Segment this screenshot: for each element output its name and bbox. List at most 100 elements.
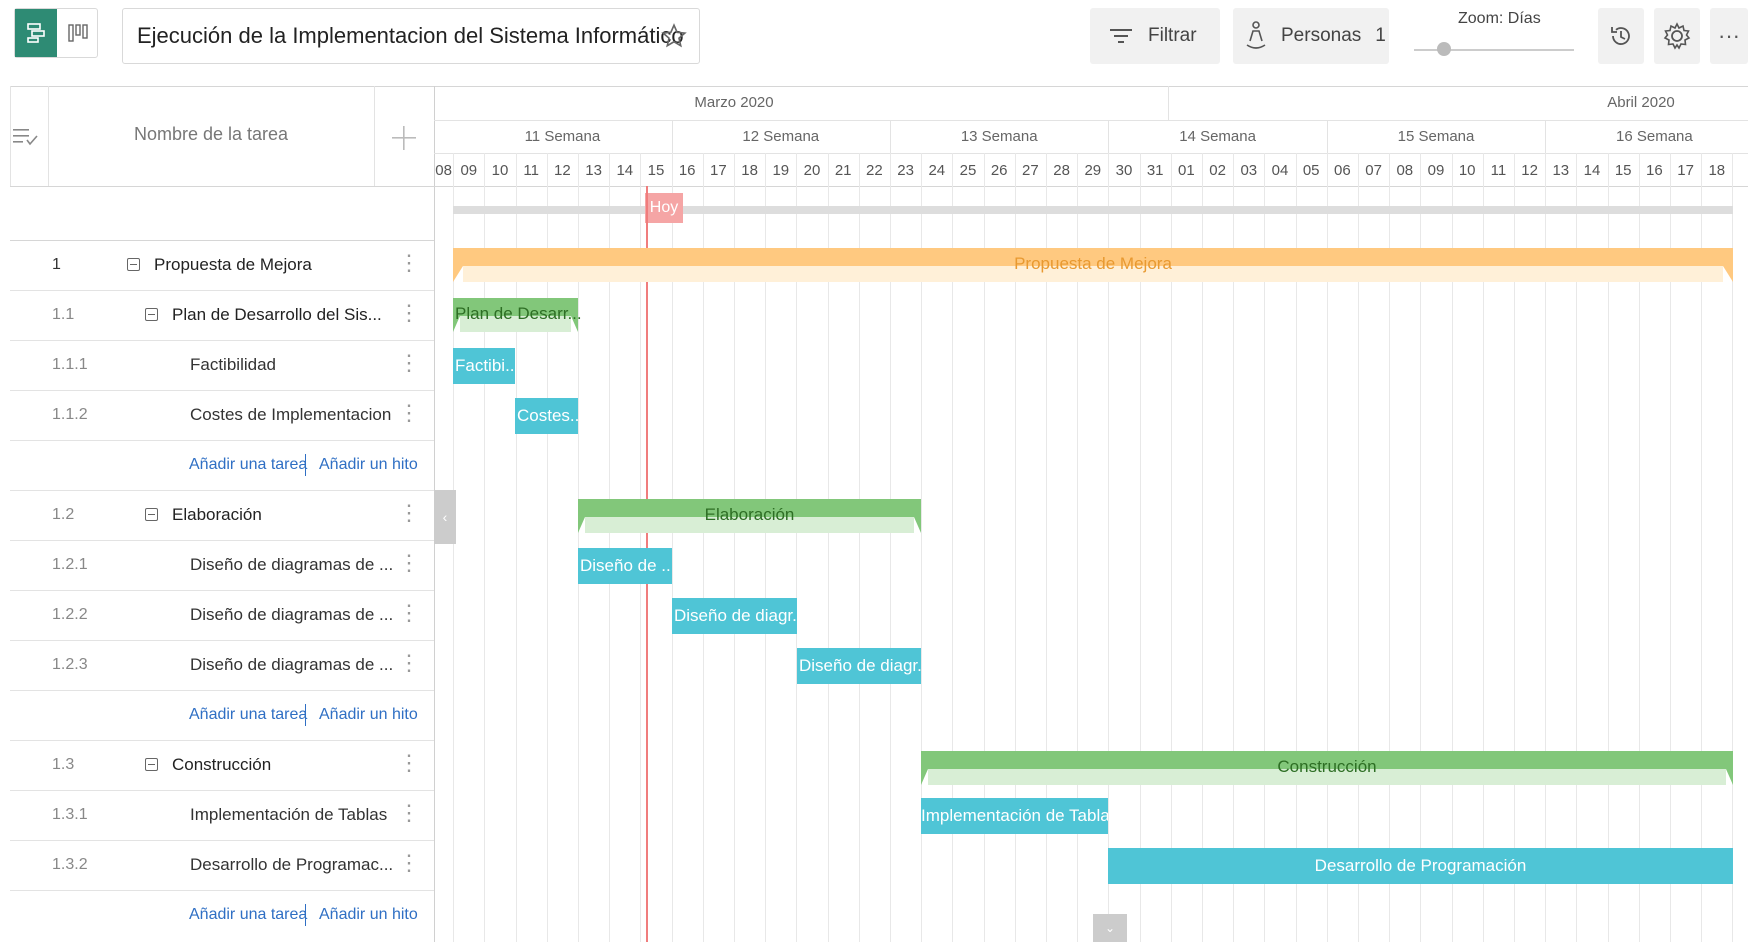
add-task-link[interactable]: Añadir una tarea — [189, 706, 307, 724]
zoom-slider-handle[interactable] — [1437, 42, 1451, 56]
row-menu-icon[interactable]: ⋮ — [398, 752, 420, 774]
row-number: 1.2.2 — [52, 606, 88, 623]
task-name[interactable]: Construcción — [172, 755, 271, 775]
board-view-button[interactable] — [57, 9, 99, 57]
more-options-button[interactable]: ··· — [1710, 8, 1748, 64]
task-name[interactable]: Desarrollo de Programac... — [190, 855, 393, 875]
task-name[interactable]: Elaboración — [172, 505, 262, 525]
row-menu-icon[interactable]: ⋮ — [398, 652, 420, 674]
row-menu-icon[interactable]: ⋮ — [398, 252, 420, 274]
day-label: 17 — [710, 162, 727, 179]
task-bar-diseno-2[interactable]: Diseño de diagr... — [672, 598, 797, 634]
day-label: 13 — [585, 162, 602, 179]
row-menu-icon[interactable]: ⋮ — [398, 302, 420, 324]
filter-button[interactable]: Filtrar — [1090, 8, 1220, 64]
day-label: 15 — [647, 162, 665, 179]
day-label: 01 — [1178, 162, 1195, 179]
collapse-icon[interactable] — [145, 308, 158, 321]
week-label: 16 Semana — [1616, 128, 1693, 145]
collapse-icon[interactable] — [127, 258, 140, 271]
row-menu-icon[interactable]: ⋮ — [398, 352, 420, 374]
task-name[interactable]: Costes de Implementacion — [190, 405, 391, 425]
row-menu-icon[interactable]: ⋮ — [398, 602, 420, 624]
week-label: 14 Semana — [1179, 128, 1256, 145]
gantt-view-button[interactable] — [15, 9, 57, 57]
collapse-icon[interactable] — [145, 508, 158, 521]
add-milestone-link[interactable]: Añadir un hito — [319, 906, 418, 924]
week-label: 13 Semana — [960, 128, 1038, 145]
bar-label: Elaboración — [704, 505, 795, 524]
day-label: 12 — [554, 162, 571, 179]
day-label: 17 — [1677, 162, 1694, 179]
day-label: 08 — [435, 162, 452, 179]
gear-icon — [1663, 22, 1691, 50]
task-bar-factibilidad[interactable]: Factibi... — [453, 348, 515, 384]
add-task-link[interactable]: Añadir una tarea — [189, 456, 307, 474]
day-label: 30 — [1115, 162, 1133, 179]
day-label: 16 — [1646, 162, 1663, 179]
task-bar-diseno-3[interactable]: Diseño de diagr... — [797, 648, 921, 684]
day-label: 06 — [1334, 162, 1351, 179]
week-label: 15 Semana — [1397, 128, 1475, 145]
settings-button[interactable] — [1654, 8, 1700, 64]
task-bar-tablas[interactable]: Implementación de Tablas — [921, 798, 1108, 834]
day-label: 14 — [1583, 162, 1601, 179]
week-label: 11 Semana — [524, 128, 601, 145]
day-label: 21 — [834, 162, 852, 179]
task-name[interactable]: Diseño de diagramas de ... — [190, 605, 393, 625]
people-button[interactable]: Personas 1 — [1233, 8, 1389, 64]
history-button[interactable] — [1598, 8, 1644, 64]
day-label: 14 — [616, 162, 634, 179]
row-menu-icon[interactable]: ⋮ — [398, 502, 420, 524]
task-name[interactable]: Diseño de diagramas de ... — [190, 555, 393, 575]
day-label: 16 — [678, 162, 696, 179]
scroll-down-handle[interactable]: ⌄ — [1093, 914, 1127, 942]
task-bar-programacion[interactable]: Desarrollo de Programación — [1108, 848, 1733, 884]
person-icon — [1246, 21, 1266, 49]
add-milestone-link[interactable]: Añadir un hito — [319, 456, 418, 474]
collapse-panel-handle[interactable]: ‹ — [434, 490, 456, 544]
day-label: 07 — [1365, 162, 1382, 179]
day-label: 18 — [741, 162, 758, 179]
row-menu-icon[interactable]: ⋮ — [398, 852, 420, 874]
star-icon[interactable] — [661, 23, 687, 49]
row-menu-icon[interactable]: ⋮ — [398, 552, 420, 574]
add-milestone-link[interactable]: Añadir un hito — [319, 706, 418, 724]
board-view-icon — [68, 24, 88, 42]
project-title-box[interactable]: Ejecución de la Implementacion del Siste… — [122, 8, 700, 64]
project-title[interactable]: Ejecución de la Implementacion del Siste… — [137, 9, 684, 63]
week-label: 12 Semana — [742, 128, 820, 145]
row-menu-icon[interactable]: ⋮ — [398, 402, 420, 424]
day-label: 22 — [866, 162, 883, 179]
day-label: 28 — [1053, 162, 1070, 179]
day-label: 12 — [1521, 162, 1538, 179]
row-number: 1.2.3 — [52, 656, 88, 673]
bar-label: Propuesta de Mejora — [1014, 254, 1172, 273]
collapse-icon[interactable] — [145, 758, 158, 771]
today-marker: Hoy — [645, 193, 683, 223]
day-label: 10 — [491, 162, 509, 179]
row-menu-icon[interactable]: ⋮ — [398, 802, 420, 824]
row-number: 1.1.1 — [52, 356, 88, 373]
filter-icon — [1110, 29, 1132, 43]
gantt-view-icon — [27, 23, 45, 43]
week-divider — [1545, 120, 1546, 153]
task-bar-diseno-1[interactable]: Diseño de ... — [578, 548, 672, 584]
task-name[interactable]: Implementación de Tablas — [190, 805, 387, 825]
task-name[interactable]: Propuesta de Mejora — [154, 255, 312, 275]
task-name-header: Nombre de la tarea — [133, 124, 289, 144]
history-icon — [1611, 27, 1630, 45]
task-name[interactable]: Diseño de diagramas de ... — [190, 655, 393, 675]
day-label: 31 — [1146, 162, 1164, 179]
day-label: 03 — [1240, 162, 1258, 179]
add-task-link[interactable]: Añadir una tarea — [189, 906, 307, 924]
column-options-icon[interactable] — [13, 126, 39, 148]
task-name[interactable]: Factibilidad — [190, 355, 276, 375]
task-bar-costes[interactable]: Costes... — [515, 398, 578, 434]
bar-label: Plan de Desarr... — [455, 304, 582, 323]
add-column-icon[interactable] — [391, 125, 417, 151]
week-divider — [1108, 120, 1109, 153]
row-number: 1.2 — [52, 506, 75, 523]
task-name[interactable]: Plan de Desarrollo del Sis... — [172, 305, 382, 325]
day-label: 11 — [523, 162, 539, 179]
